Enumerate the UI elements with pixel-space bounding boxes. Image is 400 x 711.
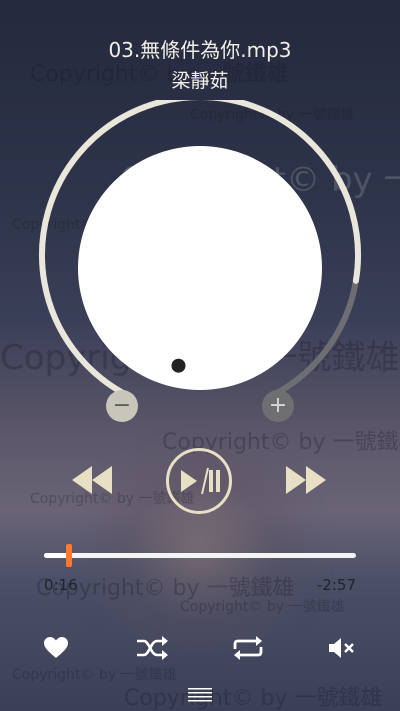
mute-icon <box>329 638 354 658</box>
volume-knob[interactable] <box>78 146 322 390</box>
mute-button[interactable] <box>322 630 362 666</box>
shuffle-icon <box>137 636 168 660</box>
shuffle-button[interactable] <box>132 630 172 666</box>
volume-up-button[interactable]: + <box>262 390 294 422</box>
rewind-button[interactable] <box>68 462 116 498</box>
rewind-icon <box>72 466 112 494</box>
menu-icon <box>188 688 212 702</box>
volume-dial[interactable] <box>30 100 370 410</box>
watermark: Copyright© by 一號鐵雄 <box>180 599 345 615</box>
artist-name: 梁靜茹 <box>171 70 229 92</box>
remaining-time: -2:57 <box>316 576 356 594</box>
elapsed-time: 0:16 <box>44 576 78 594</box>
menu-button[interactable] <box>185 686 215 704</box>
volume-knob-indicator <box>171 358 186 373</box>
seek-thumb[interactable] <box>65 544 72 567</box>
favorite-button[interactable] <box>36 630 76 666</box>
seek-bar[interactable] <box>44 544 356 567</box>
fast-forward-icon <box>286 466 326 494</box>
song-title: 03.無條件為你.mp3 <box>108 38 292 62</box>
fast-forward-button[interactable] <box>282 462 330 498</box>
watermark: Copyright© by 一號鐵雄 <box>12 667 177 683</box>
heart-icon <box>44 637 68 658</box>
watermark: Copyright© by 一號鐵雄 <box>124 686 383 711</box>
play-pause-icon <box>181 467 220 495</box>
repeat-icon <box>233 636 263 660</box>
repeat-button[interactable] <box>228 630 268 666</box>
volume-down-button[interactable]: − <box>106 390 138 422</box>
play-pause-button[interactable] <box>166 448 232 514</box>
